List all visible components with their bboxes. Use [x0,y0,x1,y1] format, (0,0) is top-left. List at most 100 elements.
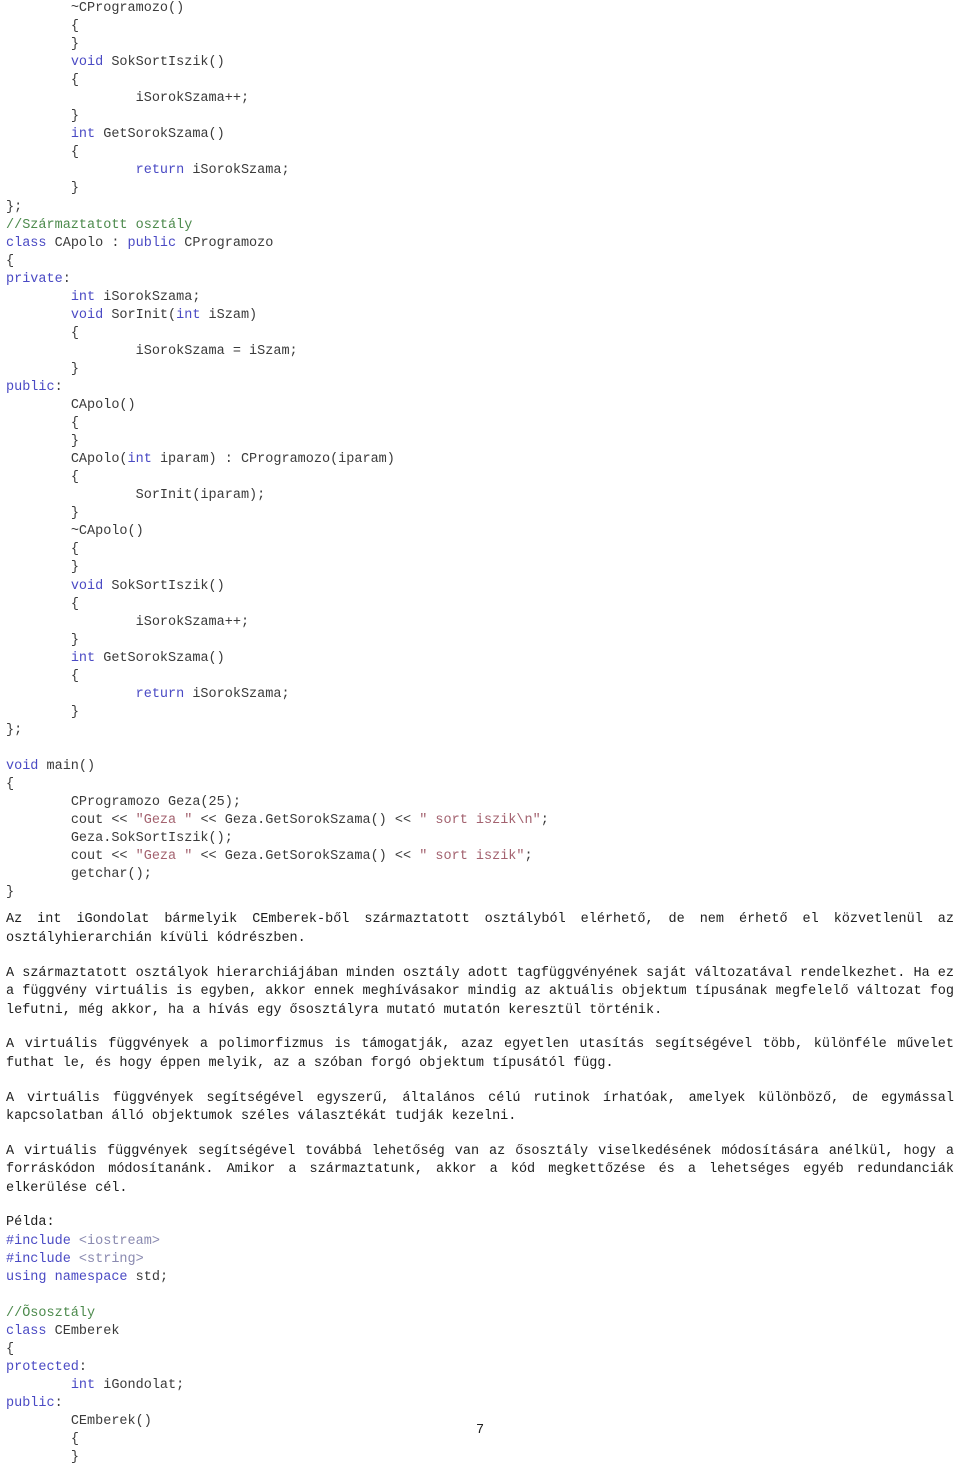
code-token: main() [38,758,96,774]
code-token: <string> [78,1251,144,1267]
code-line: public: [6,379,954,397]
code-line: ~CProgramozo() [6,0,954,18]
code-token: iGondolat; [95,1377,185,1393]
code-token: iSorokSzama = iSzam; [135,343,298,359]
code-token: private [6,271,63,287]
code-line: { [6,144,954,162]
code-token: iSorokSzama; [184,163,290,179]
code-line: } [6,1449,954,1466]
code-token: SorInit( [103,307,177,323]
code-token: cout << [70,813,136,829]
code-token: <iostream> [78,1233,160,1249]
code-line: CProgramozo Geza(25); [6,794,954,812]
code-token: public [127,235,177,251]
code-line: iSorokSzama++; [6,90,954,108]
code-line: int iGondolat; [6,1377,954,1395]
code-line: int iSorokSzama; [6,289,954,307]
code-token: " sort iszik\n" [419,813,541,829]
code-line: using namespace std; [6,1269,954,1287]
code-line: { [6,596,954,614]
code-token: void [70,578,104,594]
code-token: class [6,235,47,251]
code-token: GetSorokSzama() [95,127,225,143]
code-line: //Származtatott osztály [6,217,954,235]
code-token: public [6,379,55,395]
code-token: CApolo() [70,398,136,414]
code-line: ~CApolo() [6,523,954,541]
code-token: { [70,596,79,612]
code-token: }; [6,199,23,215]
code-token: iSorokSzama; [95,289,201,305]
code-line: { [6,415,954,433]
code-token: " sort iszik" [419,849,525,865]
code-token: { [70,19,79,35]
code-token: //Származtatott osztály [6,217,193,233]
code-block-derived-class: ~CProgramozo() { } void SokSortIszik() {… [6,0,954,902]
code-token: void [70,55,104,71]
code-line: CApolo() [6,397,954,415]
code-token: return [135,163,185,179]
code-line: { [6,541,954,559]
code-line: { [6,668,954,686]
code-token: "Geza " [135,813,193,829]
code-token: SokSortIszik() [103,55,225,71]
code-token: } [70,181,79,197]
code-token: { [70,73,79,89]
code-token: //Õsosztály [6,1305,96,1321]
document-page: ~CProgramozo() { } void SokSortIszik() {… [0,0,960,1466]
prose-section: Az int iGondolat bármelyik CEmberek-ből … [6,911,954,1198]
code-token: getchar(); [70,867,152,883]
code-line: Geza.SokSortIszik(); [6,830,954,848]
code-token: return [135,686,185,702]
code-token: cout << [70,849,136,865]
code-token: } [70,1450,79,1466]
code-line: } [6,505,954,523]
code-line: } [6,108,954,126]
code-line: } [6,36,954,54]
code-token: SorInit(iparam); [135,488,266,504]
code-token: } [70,506,79,522]
code-token: ~CApolo() [70,524,144,540]
code-token: CApolo( [70,452,128,468]
code-token: { [70,470,79,486]
code-token: int [70,127,96,143]
code-token: << Geza.GetSorokSzama() << [192,849,420,865]
code-token: std; [127,1269,169,1285]
code-token: namespace [54,1269,128,1285]
code-line: } [6,884,954,902]
code-line: } [6,180,954,198]
code-line: { [6,18,954,36]
code-token: } [70,434,79,450]
code-line: #include <iostream> [6,1233,954,1251]
code-line: //Õsosztály [6,1305,954,1323]
code-token: SokSortIszik() [103,578,225,594]
code-line: { [6,776,954,794]
code-token: iSzam) [200,307,258,323]
code-line: iSorokSzama = iSzam; [6,343,954,361]
code-token: } [70,632,79,648]
code-token: iparam) : CProgramozo(iparam) [151,452,395,468]
code-line: { [6,1341,954,1359]
code-token: } [6,885,15,901]
